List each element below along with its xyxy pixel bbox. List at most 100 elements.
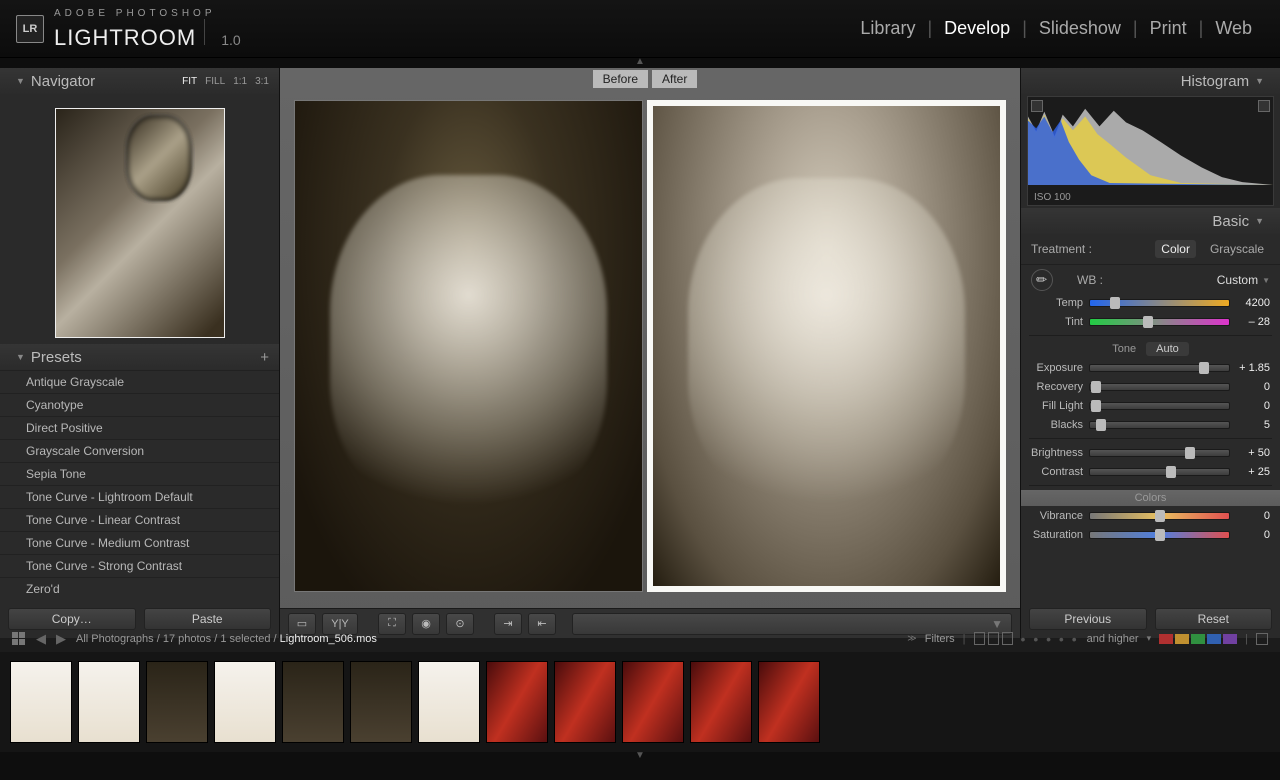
copy-after-button[interactable]: ⇥ — [494, 613, 522, 635]
recovery-slider[interactable] — [1089, 383, 1230, 391]
preset-item[interactable]: Direct Positive — [0, 416, 279, 439]
add-preset-icon[interactable]: + — [260, 349, 269, 366]
auto-tone-button[interactable]: Auto — [1146, 342, 1189, 356]
highlight-clip-icon[interactable] — [1258, 100, 1270, 112]
histogram-title: Histogram — [1181, 73, 1249, 90]
treatment-grayscale[interactable]: Grayscale — [1204, 240, 1270, 258]
zoom-fill[interactable]: FILL — [205, 76, 225, 87]
redeye-button[interactable]: ⊙ — [446, 613, 474, 635]
brightness-value[interactable]: + 50 — [1230, 447, 1270, 459]
vibrance-value[interactable]: 0 — [1230, 510, 1270, 522]
preset-item[interactable]: Zero'd — [0, 577, 279, 600]
flag-filters[interactable] — [974, 632, 1013, 645]
thumb[interactable] — [78, 661, 140, 743]
compare-view-button[interactable]: Y|Y — [322, 613, 358, 635]
panel-collapse-bottom[interactable]: ▼ — [0, 752, 1280, 762]
after-image[interactable] — [647, 100, 1006, 592]
wb-dropdown[interactable]: Custom — [1217, 273, 1258, 287]
zoom-1-1[interactable]: 1:1 — [233, 76, 247, 87]
crop-button[interactable]: ⛶ — [378, 613, 406, 635]
thumb[interactable] — [350, 661, 412, 743]
preset-item[interactable]: Tone Curve - Medium Contrast — [0, 531, 279, 554]
color-filters[interactable] — [1159, 634, 1237, 644]
thumb[interactable] — [282, 661, 344, 743]
thumb[interactable] — [418, 661, 480, 743]
presets-list: Antique Grayscale Cyanotype Direct Posit… — [0, 370, 279, 600]
before-image[interactable] — [294, 100, 643, 592]
tint-value[interactable]: – 28 — [1230, 316, 1270, 328]
treatment-color[interactable]: Color — [1155, 240, 1196, 258]
module-web[interactable]: Web — [1211, 18, 1256, 39]
filter-lock-icon[interactable] — [1256, 633, 1268, 645]
brand-company: ADOBE PHOTOSHOP — [54, 9, 241, 19]
zoom-fit[interactable]: FIT — [182, 76, 197, 87]
preset-item[interactable]: Tone Curve - Lightroom Default — [0, 485, 279, 508]
preset-item[interactable]: Sepia Tone — [0, 462, 279, 485]
shadow-clip-icon[interactable] — [1031, 100, 1043, 112]
navigator-header[interactable]: ▼ Navigator FIT FILL 1:1 3:1 — [0, 68, 279, 94]
blacks-slider[interactable] — [1089, 421, 1230, 429]
brand-version: 1.0 — [221, 33, 240, 47]
filmstrip[interactable] — [0, 652, 1280, 752]
tone-label: Tone — [1112, 343, 1136, 355]
nav-fwd-icon[interactable]: ▶ — [56, 631, 66, 647]
spot-button[interactable]: ◉ — [412, 613, 440, 635]
basic-title: Basic — [1212, 213, 1249, 230]
preset-item[interactable]: Cyanotype — [0, 393, 279, 416]
presets-title: Presets — [31, 349, 82, 366]
breadcrumb[interactable]: All Photographs / 17 photos / 1 selected… — [76, 633, 377, 645]
grid-icon[interactable] — [12, 632, 26, 646]
contrast-value[interactable]: + 25 — [1230, 466, 1270, 478]
thumb[interactable] — [10, 661, 72, 743]
canvas: Before After ▭ Y|Y ⛶ ◉ ⊙ ⇥ ⇤ ▼ — [280, 68, 1020, 638]
module-print[interactable]: Print — [1146, 18, 1191, 39]
presets-header[interactable]: ▼ Presets + — [0, 344, 279, 370]
thumb[interactable] — [486, 661, 548, 743]
zoom-3-1[interactable]: 3:1 — [255, 76, 269, 87]
saturation-value[interactable]: 0 — [1230, 529, 1270, 541]
filters-label[interactable]: Filters — [925, 633, 955, 645]
preset-item[interactable]: Tone Curve - Linear Contrast — [0, 508, 279, 531]
rating-filter[interactable]: • • • • • — [1021, 631, 1079, 647]
brand-product: LIGHTROOM — [54, 27, 196, 49]
temp-value[interactable]: 4200 — [1230, 297, 1270, 309]
filllight-value[interactable]: 0 — [1230, 400, 1270, 412]
temp-slider[interactable] — [1089, 299, 1230, 307]
histogram[interactable]: ISO 100 — [1027, 96, 1274, 206]
preset-item[interactable]: Tone Curve - Strong Contrast — [0, 554, 279, 577]
rating-mode[interactable]: and higher — [1087, 633, 1139, 645]
brightness-slider[interactable] — [1089, 449, 1230, 457]
thumb[interactable] — [554, 661, 616, 743]
thumb[interactable] — [690, 661, 752, 743]
eyedropper-icon[interactable]: ✎ — [1026, 264, 1057, 295]
filllight-slider[interactable] — [1089, 402, 1230, 410]
thumb[interactable] — [146, 661, 208, 743]
exposure-slider[interactable] — [1089, 364, 1230, 372]
thumb[interactable] — [758, 661, 820, 743]
navigator-title: Navigator — [31, 73, 95, 90]
contrast-slider[interactable] — [1089, 468, 1230, 476]
saturation-slider[interactable] — [1089, 531, 1230, 539]
reset-button[interactable]: Reset — [1155, 608, 1273, 630]
module-slideshow[interactable]: Slideshow — [1035, 18, 1125, 39]
thumb[interactable] — [214, 661, 276, 743]
recovery-value[interactable]: 0 — [1230, 381, 1270, 393]
blacks-value[interactable]: 5 — [1230, 419, 1270, 431]
nav-back-icon[interactable]: ◀ — [36, 631, 46, 647]
previous-button[interactable]: Previous — [1029, 608, 1147, 630]
paste-button[interactable]: Paste — [144, 608, 272, 630]
module-library[interactable]: Library — [856, 18, 919, 39]
loupe-view-button[interactable]: ▭ — [288, 613, 316, 635]
thumb[interactable] — [622, 661, 684, 743]
panel-collapse-top[interactable]: ▲ — [0, 58, 1280, 68]
tint-slider[interactable] — [1089, 318, 1230, 326]
copy-before-button[interactable]: ⇤ — [528, 613, 556, 635]
preset-item[interactable]: Antique Grayscale — [0, 370, 279, 393]
vibrance-slider[interactable] — [1089, 512, 1230, 520]
preset-item[interactable]: Grayscale Conversion — [0, 439, 279, 462]
histogram-header[interactable]: Histogram ▼ — [1021, 68, 1280, 94]
copy-button[interactable]: Copy… — [8, 608, 136, 630]
exposure-value[interactable]: + 1.85 — [1230, 362, 1270, 374]
module-develop[interactable]: Develop — [940, 18, 1014, 39]
basic-header[interactable]: Basic ▼ — [1021, 208, 1280, 234]
